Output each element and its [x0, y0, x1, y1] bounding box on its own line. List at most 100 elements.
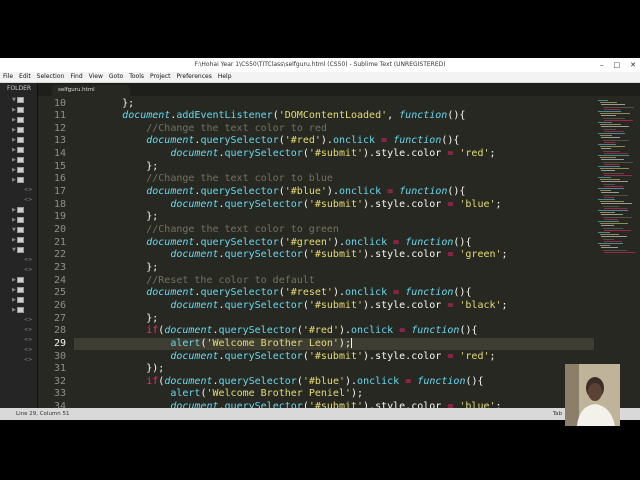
- minimap-line: [604, 163, 619, 165]
- code-line[interactable]: document.querySelector('#submit').style.…: [74, 199, 501, 212]
- menu-project[interactable]: Project: [147, 72, 174, 82]
- code-line[interactable]: document.querySelector('#red').onclick =…: [74, 135, 459, 148]
- minimap[interactable]: [594, 96, 640, 408]
- minimap-line: [602, 227, 623, 229]
- minimap-line: [602, 117, 625, 119]
- menu-find[interactable]: Find: [67, 72, 85, 82]
- code-editor[interactable]: }; document.addEventListener('DOMContent…: [74, 96, 594, 413]
- code-line[interactable]: if(document.querySelector('#red').onclic…: [74, 325, 477, 338]
- menu-preferences[interactable]: Preferences: [174, 72, 215, 82]
- minimap-line: [602, 205, 619, 207]
- folder-tree-item[interactable]: ▼: [12, 245, 24, 254]
- folder-tree-item[interactable]: ▶: [12, 165, 24, 174]
- minimap-line: [601, 104, 625, 106]
- sublime-window: F:\Hohai Year 1\CS50\TITClass\selfguru.h…: [0, 58, 640, 420]
- folder-tree-item[interactable]: ▶: [12, 145, 24, 154]
- folder-tree-item[interactable]: ▶: [12, 295, 24, 304]
- code-line[interactable]: };: [74, 262, 158, 275]
- minimap-line: [601, 159, 624, 161]
- line-number: 31: [53, 363, 66, 375]
- folder-tree-item[interactable]: <>: [24, 315, 32, 324]
- menu-file[interactable]: File: [0, 72, 16, 82]
- code-line[interactable]: //Change the text color to red: [74, 123, 327, 136]
- line-number: 18: [53, 198, 66, 210]
- code-line[interactable]: };: [74, 161, 158, 174]
- minimap-line: [602, 183, 615, 185]
- line-number: 22: [53, 249, 66, 261]
- code-line[interactable]: document.querySelector('#submit').style.…: [74, 300, 507, 313]
- folder-tree-item[interactable]: ▶: [12, 305, 24, 314]
- code-line[interactable]: };: [74, 211, 158, 224]
- html-file-icon: <>: [24, 186, 33, 193]
- minimap-line: [599, 102, 617, 104]
- folder-tree-item[interactable]: <>: [24, 265, 32, 274]
- minimap-line: [604, 108, 620, 110]
- code-line[interactable]: document.querySelector('#submit').style.…: [74, 351, 495, 364]
- code-line[interactable]: });: [74, 363, 164, 376]
- folder-tree-item[interactable]: <>: [24, 345, 32, 354]
- folder-tree-item[interactable]: <>: [24, 185, 32, 194]
- html-file-icon: <>: [24, 196, 33, 203]
- code-line[interactable]: };: [74, 98, 134, 111]
- minimap-line: [602, 150, 620, 152]
- code-line[interactable]: };: [74, 313, 158, 326]
- tab-selfguru[interactable]: selfguru.html: [52, 85, 130, 96]
- folder-tree-item[interactable]: <>: [24, 355, 32, 364]
- minimap-line: [598, 122, 612, 123]
- folder-tree-item[interactable]: <>: [24, 195, 32, 204]
- folder-tree-item[interactable]: <>: [24, 325, 32, 334]
- line-number: 32: [53, 375, 66, 387]
- folder-tree-item[interactable]: ▼: [12, 95, 24, 104]
- folder-tree-item[interactable]: ▶: [12, 215, 24, 224]
- folder-tree-item[interactable]: ▶: [12, 285, 24, 294]
- html-file-icon: <>: [24, 356, 33, 363]
- sidebar-folder-label: FOLDER: [0, 83, 37, 95]
- title-bar: F:\Hohai Year 1\CS50\TITClass\selfguru.h…: [0, 58, 640, 72]
- menu-edit[interactable]: Edit: [16, 72, 34, 82]
- menu-help[interactable]: Help: [215, 72, 235, 82]
- menu-selection[interactable]: Selection: [34, 72, 68, 82]
- menu-goto[interactable]: Goto: [106, 72, 126, 82]
- code-line[interactable]: document.querySelector('#reset').onclick…: [74, 287, 471, 300]
- code-line[interactable]: //Change the text color to blue: [74, 173, 333, 186]
- folder-tree-item[interactable]: ▶: [12, 175, 24, 184]
- minimap-line: [601, 247, 618, 249]
- code-line[interactable]: alert('Welcome Brother Peniel');: [74, 388, 363, 401]
- close-button[interactable]: ✕: [630, 58, 636, 72]
- minimap-line: [599, 245, 610, 247]
- folder-icon: [17, 116, 24, 123]
- code-line[interactable]: if(document.querySelector('#blue').oncli…: [74, 376, 483, 389]
- folder-tree-item[interactable]: ▶: [12, 205, 24, 214]
- sidebar: FOLDER ▼ ▶ ▶ ▶ ▶ ▶ ▶ ▶ ▶ <> <> ▶ ▶ ▼ ▶ ▼ <> <> ▶ ▶ ▶ ▶ <> <> <> <…: [0, 83, 38, 408]
- minimap-line: [604, 196, 614, 198]
- folder-tree-item[interactable]: ▶: [12, 115, 24, 124]
- folder-tree-item[interactable]: ▶: [12, 235, 24, 244]
- minimize-button[interactable]: –: [600, 58, 604, 72]
- folder-tree-item[interactable]: <>: [24, 335, 32, 344]
- maximize-button[interactable]: □: [614, 58, 621, 72]
- html-file-icon: <>: [24, 326, 33, 333]
- code-line[interactable]: //Reset the color to default: [74, 275, 315, 288]
- folder-tree-item[interactable]: ▼: [12, 225, 24, 234]
- code-line[interactable]: document.querySelector('#green').onclick…: [74, 237, 471, 250]
- menu-tools[interactable]: Tools: [126, 72, 147, 82]
- folder-tree-item[interactable]: ▶: [12, 125, 24, 134]
- minimap-line: [599, 179, 620, 181]
- minimap-line: [601, 203, 632, 205]
- menu-view[interactable]: View: [86, 72, 106, 82]
- line-number: 19: [53, 211, 66, 223]
- folder-tree-item[interactable]: ▶: [12, 275, 24, 284]
- folder-tree-item[interactable]: ▶: [12, 135, 24, 144]
- folder-tree-item[interactable]: ▶: [12, 105, 24, 114]
- status-indent[interactable]: Tab: [553, 408, 562, 420]
- code-line[interactable]: document.querySelector('#submit').style.…: [74, 148, 495, 161]
- folder-tree-item[interactable]: <>: [24, 255, 32, 264]
- folder-tree-item[interactable]: ▶: [12, 155, 24, 164]
- code-line[interactable]: document.querySelector('#blue').onclick …: [74, 186, 465, 199]
- minimap-line: [598, 221, 619, 222]
- code-line[interactable]: document.addEventListener('DOMContentLoa…: [74, 110, 465, 123]
- code-line[interactable]: alert('Welcome Brother Leon');: [74, 337, 352, 351]
- screen: { "window": { "title": "F:\\Hohai Year 1…: [0, 0, 640, 480]
- code-line[interactable]: //Change the text color to green: [74, 224, 339, 237]
- code-line[interactable]: document.querySelector('#submit').style.…: [74, 249, 507, 262]
